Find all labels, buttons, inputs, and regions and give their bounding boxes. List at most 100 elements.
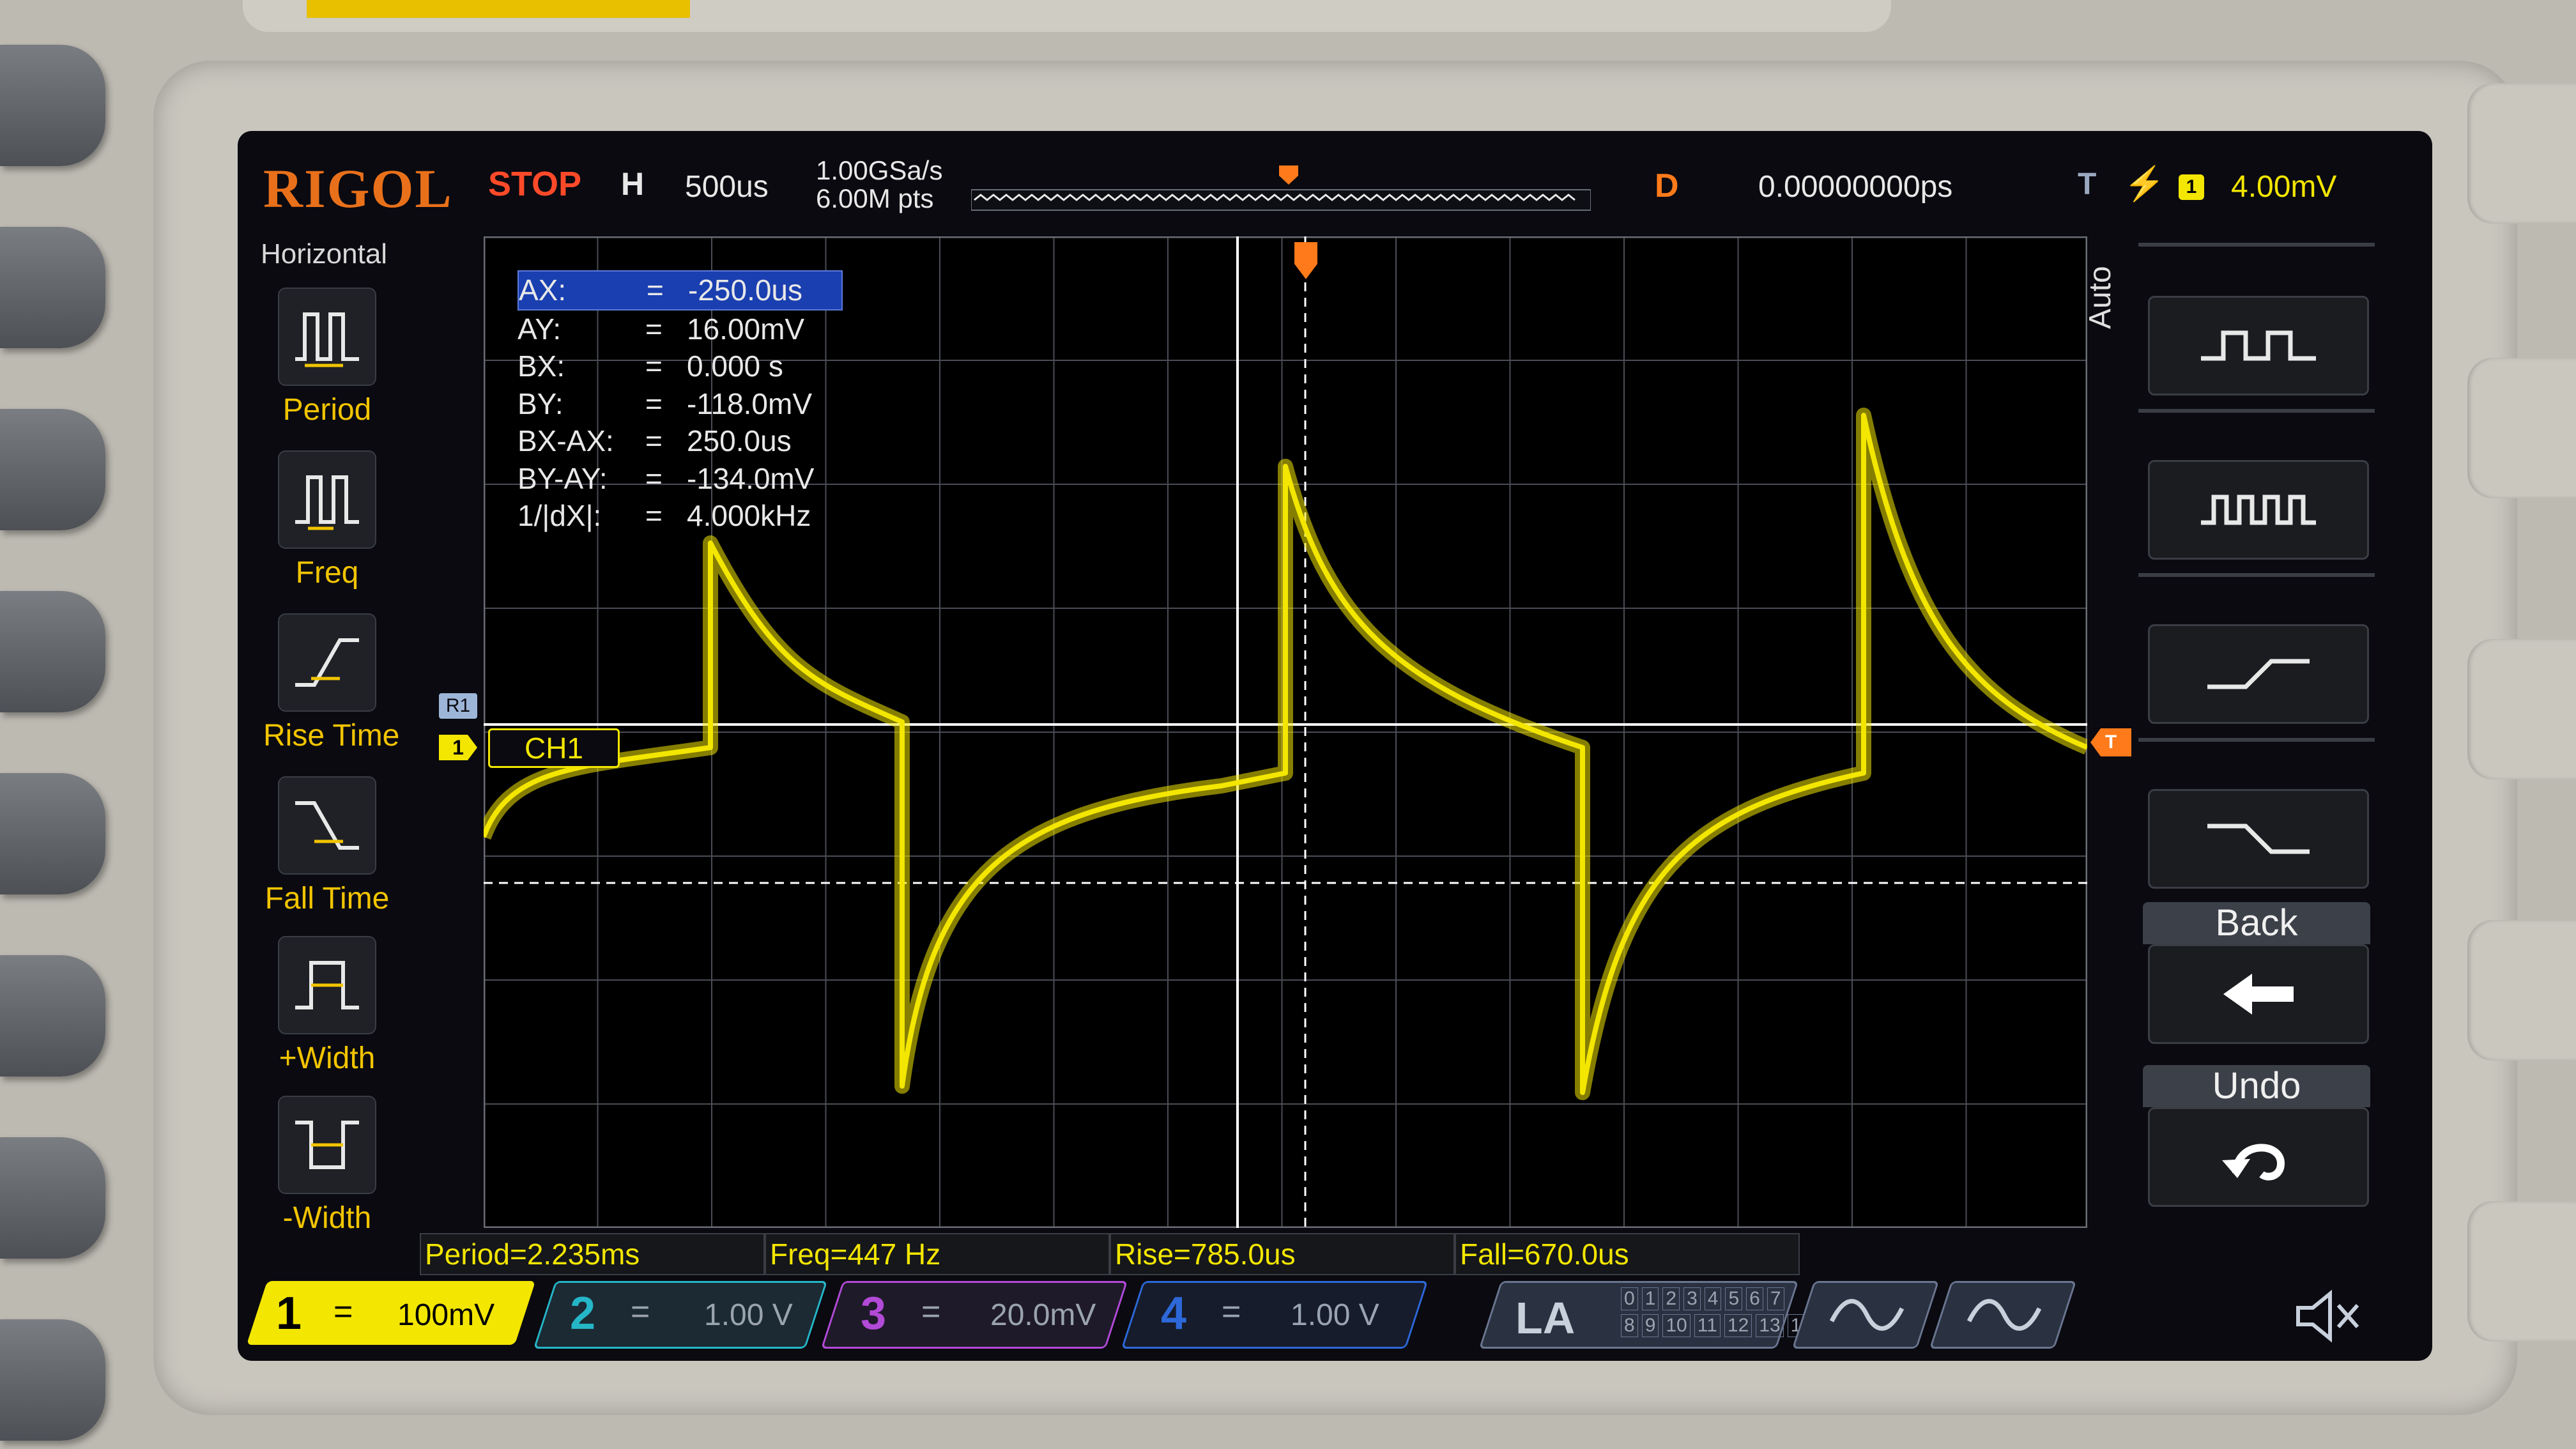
cursor-readout: AX: = -250.0us AY: = 16.00mV BX: = 0.000 s BY:… (518, 270, 843, 535)
menu-item-fall-time[interactable]: Fall Time (263, 776, 391, 916)
channel-1-scale: 100mV (397, 1298, 495, 1332)
cursor-row: BY: = -118.0mV (518, 387, 813, 420)
menu-item-label: Freq (295, 556, 359, 590)
trigger-label: T (2078, 167, 2097, 201)
channel-2-coupling-icon: = (631, 1293, 650, 1330)
channel-1-coupling-icon: = (334, 1293, 353, 1330)
back-button[interactable] (2148, 944, 2369, 1044)
math-wave-icon (1829, 1299, 1905, 1331)
menu-separator (2138, 243, 2375, 247)
logic-bits-top: 0 1 2 3 4 5 6 7 (1621, 1287, 1784, 1310)
measurement-fall[interactable]: Fall=670.0us (1455, 1233, 1800, 1275)
channel-tag: CH1 (488, 728, 620, 768)
menu-item-negative-width[interactable]: -Width (263, 1096, 391, 1236)
menu-item-rise-time[interactable]: Rise Time (263, 613, 400, 753)
cursor-row: BY-AY: = -134.0mV (518, 461, 815, 495)
channel-4-coupling-icon: = (1222, 1293, 1241, 1330)
trigger-mode: Auto (2083, 266, 2117, 329)
rising-edge-button[interactable] (2148, 624, 2369, 724)
menu-item-freq[interactable]: Freq (263, 450, 391, 590)
right-bezel-rail (2467, 358, 2576, 498)
channel-4-scale: 1.00 V (1291, 1298, 1379, 1332)
menu-softkey-4[interactable] (0, 773, 105, 894)
channel-3-scale: 20.0mV (990, 1298, 1096, 1332)
measurement-rise[interactable]: Rise=785.0us (1110, 1233, 1455, 1275)
channel-1-number: 1 (276, 1288, 302, 1339)
menu-softkey-3[interactable] (0, 591, 105, 712)
delay-label: D (1655, 167, 1679, 204)
oscilloscope-screen: RIGOL STOP H 500us 1.00GSa/s 6.00M pts D… (238, 131, 2432, 1361)
menu-softkey-0[interactable] (0, 45, 105, 166)
timebase-value[interactable]: 500us (685, 169, 769, 204)
fall-time-icon (278, 776, 376, 875)
menu-separator (2138, 573, 2375, 577)
period-icon (278, 288, 376, 386)
right-bezel-rail (2467, 83, 2576, 224)
undo-label: Undo (2143, 1065, 2370, 1107)
sample-rate: 1.00GSa/s (816, 155, 943, 185)
brand-logo: RIGOL (263, 158, 453, 219)
menu-softkey-7[interactable] (0, 1319, 105, 1441)
trigger-time-marker[interactable] (1293, 241, 1319, 286)
single-pulse-icon (2201, 330, 2316, 361)
logic-analyzer-label: LA (1515, 1293, 1575, 1343)
run-state[interactable]: STOP (488, 164, 581, 204)
channel-offset-marker[interactable]: 1 (439, 735, 477, 760)
channel-2-number: 2 (570, 1288, 596, 1339)
cursor-row[interactable]: AX: = -250.0us (518, 270, 843, 310)
pulse-train-button[interactable] (2148, 460, 2369, 560)
memory-overview-strip (971, 189, 1591, 211)
horizontal-label: H (621, 166, 645, 202)
menu-item-label: Period (282, 393, 372, 427)
channel-status-bar: 1 = 100mV 2 = 1.00 V 3 = 20.0mV 4 = 1.00… (238, 1281, 2432, 1349)
menu-softkey-6[interactable] (0, 1137, 105, 1259)
undo-icon (2222, 1144, 2285, 1181)
undo-button[interactable] (2148, 1107, 2369, 1207)
rising-edge-icon (2207, 659, 2310, 689)
back-arrow-icon (2223, 974, 2294, 1015)
right-bezel-rail (2467, 1201, 2576, 1342)
menu-softkey-2[interactable] (0, 409, 105, 530)
trigger-level-marker[interactable]: T (2090, 728, 2131, 756)
cursor-row: 1/|dX|: = 4.000kHz (518, 499, 811, 532)
speaker-mute-icon[interactable] (2288, 1287, 2365, 1345)
menu-item-label: Rise Time (263, 719, 400, 753)
menu-separator (2138, 409, 2375, 413)
trigger-source: 1 (2179, 174, 2204, 200)
right-bezel-rail (2467, 639, 2576, 779)
trigger-position-marker (1279, 165, 1298, 185)
acquisition-info: 1.00GSa/s 6.00M pts (816, 157, 942, 213)
measurement-freq[interactable]: Freq=447 Hz (765, 1233, 1110, 1275)
pulse-train-icon (2201, 494, 2316, 525)
measurement-period[interactable]: Period=2.235ms (420, 1233, 765, 1275)
math-wave-icon (1966, 1299, 2042, 1331)
channel-3-coupling-icon: = (921, 1293, 941, 1330)
reference-marker[interactable]: R1 (439, 693, 477, 719)
menu-softkey-5[interactable] (0, 955, 105, 1077)
menu-title: Horizontal (261, 238, 388, 270)
channel-3-number: 3 (861, 1288, 887, 1339)
positive-width-icon (278, 936, 376, 1034)
cursor-row: BX-AX: = 250.0us (518, 424, 792, 457)
single-pulse-button[interactable] (2148, 296, 2369, 395)
menu-item-label: +Width (279, 1041, 376, 1075)
menu-softkey-1[interactable] (0, 227, 105, 348)
falling-edge-button[interactable] (2148, 789, 2369, 889)
rise-time-icon (278, 613, 376, 712)
delay-value[interactable]: 0.00000000ps (1758, 169, 1952, 204)
cursor-row: AY: = 16.00mV (518, 312, 805, 346)
channel-4-number: 4 (1161, 1288, 1187, 1339)
back-label: Back (2143, 902, 2370, 944)
negative-width-icon (278, 1096, 376, 1194)
menu-item-positive-width[interactable]: +Width (263, 936, 391, 1076)
rising-edge-trigger-icon: ⚡ (2124, 165, 2165, 203)
menu-item-label: Fall Time (264, 882, 390, 916)
menu-item-period[interactable]: Period (263, 288, 391, 427)
memory-depth: 6.00M pts (816, 183, 934, 213)
brand-strip (307, 0, 690, 18)
channel-2-scale: 1.00 V (704, 1298, 793, 1332)
right-bezel-rail (2467, 920, 2576, 1061)
trigger-level[interactable]: 4.00mV (2231, 169, 2336, 204)
cursor-row: BX: = 0.000 s (518, 349, 783, 383)
falling-edge-icon (2207, 824, 2310, 854)
